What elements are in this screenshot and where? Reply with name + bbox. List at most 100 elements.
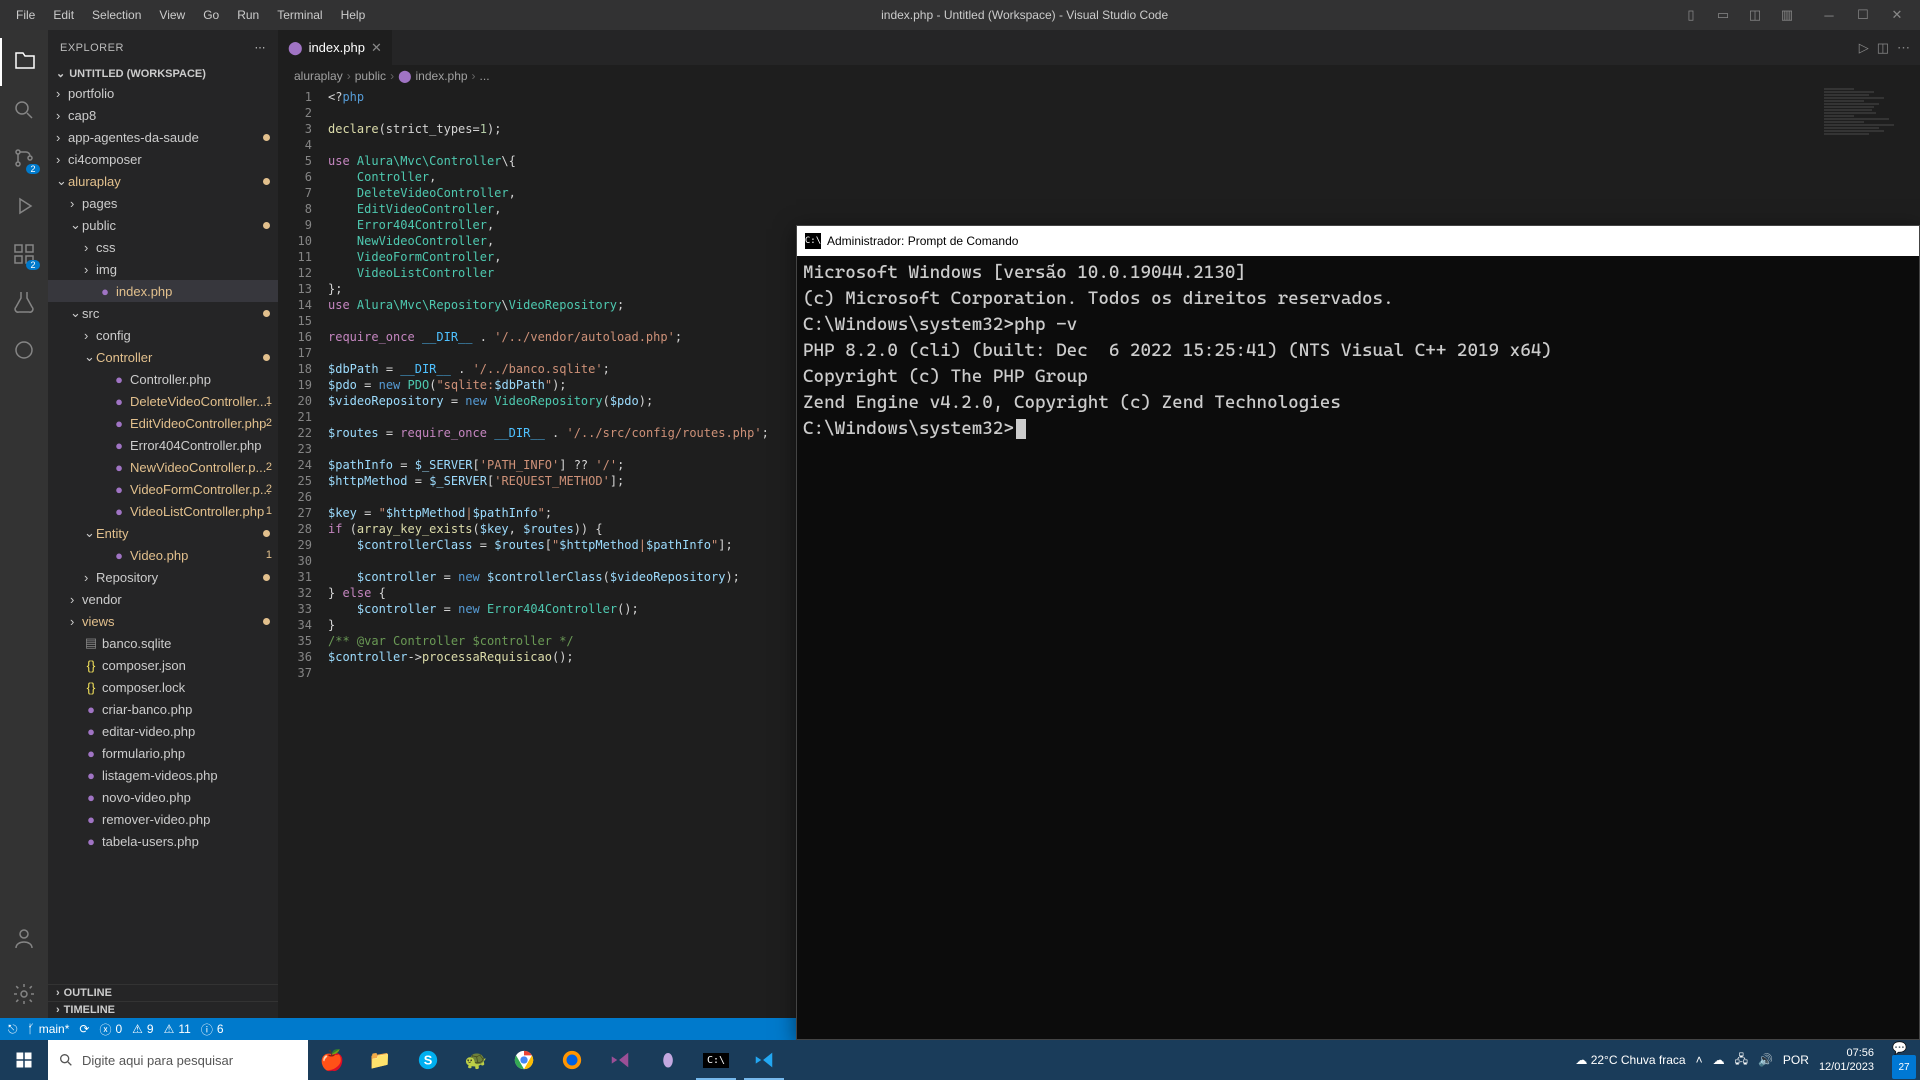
workspace-section[interactable]: ⌄ UNTITLED (WORKSPACE) [48, 65, 278, 82]
close-tab-icon[interactable]: ✕ [371, 40, 382, 56]
taskbar-app-vs[interactable] [596, 1040, 644, 1080]
warnings2-indicator[interactable]: ⚠ 11 [164, 1022, 191, 1036]
file-item[interactable]: ●listagem-videos.php [48, 764, 278, 786]
menu-selection[interactable]: Selection [84, 4, 149, 26]
folder-item[interactable]: ⌄src [48, 302, 278, 324]
tray-volume-icon[interactable]: 🔊 [1758, 1053, 1773, 1067]
file-item[interactable]: ●VideoFormController.p...2 [48, 478, 278, 500]
cmd-titlebar[interactable]: C:\ Administrador: Prompt de Comando [797, 226, 1919, 256]
file-item[interactable]: ●DeleteVideoController....1 [48, 390, 278, 412]
testing-icon[interactable] [0, 278, 48, 326]
explorer-icon[interactable] [0, 38, 48, 86]
tab-index-php[interactable]: ⬤ index.php ✕ [278, 30, 392, 65]
taskbar-app-vscode[interactable] [740, 1040, 788, 1080]
liveshare-icon[interactable] [0, 326, 48, 374]
menu-run[interactable]: Run [229, 4, 267, 26]
close-icon[interactable]: ✕ [1882, 3, 1912, 27]
layout-icon[interactable]: ▯ [1676, 3, 1706, 27]
cmd-output[interactable]: Microsoft Windows [versão 10.0.19044.213… [797, 256, 1919, 1039]
file-item[interactable]: ●tabela-users.php [48, 830, 278, 852]
file-item[interactable]: ●criar-banco.php [48, 698, 278, 720]
folder-item[interactable]: ›vendor [48, 588, 278, 610]
file-item[interactable]: ●remover-video.php [48, 808, 278, 830]
taskbar-app-explorer[interactable]: 📁 [356, 1040, 404, 1080]
tray-network-icon[interactable]: 🖧 [1735, 1050, 1748, 1071]
folder-item[interactable]: ›css [48, 236, 278, 258]
folder-item[interactable]: ›views [48, 610, 278, 632]
folder-item[interactable]: ⌄Controller [48, 346, 278, 368]
taskbar-app[interactable]: 🍎 [308, 1040, 356, 1080]
taskbar-app-chrome[interactable] [500, 1040, 548, 1080]
source-control-icon[interactable]: 2 [0, 134, 48, 182]
menu-go[interactable]: Go [195, 4, 227, 26]
start-button[interactable] [0, 1040, 48, 1080]
layout-icon[interactable]: ▭ [1708, 3, 1738, 27]
folder-item[interactable]: ›app-agentes-da-saude [48, 126, 278, 148]
remote-icon[interactable]: ⎋ [8, 1022, 18, 1037]
run-icon[interactable]: ▷ [1859, 40, 1869, 56]
folder-item[interactable]: ⌄aluraplay [48, 170, 278, 192]
breadcrumb-item[interactable]: ... [480, 69, 490, 83]
outline-section[interactable]: ›OUTLINE [48, 984, 278, 1001]
breadcrumb-item[interactable]: index.php [416, 69, 468, 83]
minimize-icon[interactable]: ─ [1814, 3, 1844, 27]
sync-icon[interactable]: ⟳ [79, 1022, 89, 1036]
taskbar-app-firefox[interactable] [548, 1040, 596, 1080]
file-item[interactable]: ●editar-video.php [48, 720, 278, 742]
folder-item[interactable]: ›pages [48, 192, 278, 214]
breadcrumb[interactable]: aluraplay› public› ⬤index.php› ... [278, 65, 1920, 87]
file-item[interactable]: ●Video.php1 [48, 544, 278, 566]
menu-terminal[interactable]: Terminal [269, 4, 330, 26]
file-item[interactable]: ●EditVideoController.php2 [48, 412, 278, 434]
menu-help[interactable]: Help [333, 4, 374, 26]
file-item[interactable]: ●Error404Controller.php [48, 434, 278, 456]
settings-icon[interactable] [0, 970, 48, 1018]
more-icon[interactable]: ⋯ [1897, 40, 1910, 56]
debug-icon[interactable] [0, 182, 48, 230]
errors-indicator[interactable]: ⓧ 0 [99, 1021, 122, 1038]
taskbar-app-skype[interactable]: S [404, 1040, 452, 1080]
file-item[interactable]: {}composer.json [48, 654, 278, 676]
more-icon[interactable]: ⋯ [255, 41, 267, 54]
tray-language[interactable]: POR [1783, 1053, 1809, 1067]
taskbar-app-cmd[interactable]: C:\ [692, 1040, 740, 1080]
timeline-section[interactable]: ›TIMELINE [48, 1001, 278, 1018]
taskbar-search[interactable]: Digite aqui para pesquisar [48, 1040, 308, 1080]
info-indicator[interactable]: ⓘ 6 [201, 1021, 224, 1038]
breadcrumb-item[interactable]: aluraplay [294, 69, 343, 83]
split-icon[interactable]: ◫ [1877, 40, 1889, 56]
folder-item[interactable]: ›portfolio [48, 82, 278, 104]
folder-item[interactable]: ›cap8 [48, 104, 278, 126]
cmd-window[interactable]: C:\ Administrador: Prompt de Comando Mic… [796, 225, 1920, 1040]
branch-indicator[interactable]: ᚶ main* [28, 1022, 70, 1036]
maximize-icon[interactable]: ☐ [1848, 3, 1878, 27]
folder-item[interactable]: ⌄public [48, 214, 278, 236]
breadcrumb-item[interactable]: public [355, 69, 386, 83]
tray-chevron-icon[interactable]: ˄ [1696, 1053, 1703, 1067]
file-item[interactable]: ●formulario.php [48, 742, 278, 764]
warnings-indicator[interactable]: ⚠ 9 [132, 1022, 153, 1036]
file-item[interactable]: ●Controller.php [48, 368, 278, 390]
file-item[interactable]: {}composer.lock [48, 676, 278, 698]
tray-cloud-icon[interactable]: ☁ [1713, 1053, 1725, 1067]
weather-widget[interactable]: ☁ 22°C Chuva fraca [1575, 1053, 1685, 1067]
folder-item[interactable]: ›ci4composer [48, 148, 278, 170]
notifications-icon[interactable]: 💬27 [1892, 1041, 1916, 1079]
folder-item[interactable]: ›img [48, 258, 278, 280]
file-item[interactable]: ●novo-video.php [48, 786, 278, 808]
file-item[interactable]: ●VideoListController.php1 [48, 500, 278, 522]
tray-datetime[interactable]: 07:56 12/01/2023 [1819, 1046, 1882, 1074]
file-item[interactable]: ▤banco.sqlite [48, 632, 278, 654]
menu-edit[interactable]: Edit [45, 4, 82, 26]
taskbar-app[interactable]: ⬮ [644, 1040, 692, 1080]
file-item[interactable]: ●index.php [48, 280, 278, 302]
file-item[interactable]: ●NewVideoController.p...2 [48, 456, 278, 478]
extensions-icon[interactable]: 2 [0, 230, 48, 278]
menu-file[interactable]: File [8, 4, 43, 26]
folder-item[interactable]: ⌄Entity [48, 522, 278, 544]
search-icon[interactable] [0, 86, 48, 134]
folder-item[interactable]: ›config [48, 324, 278, 346]
taskbar-app[interactable]: 🐢 [452, 1040, 500, 1080]
layout-icon[interactable]: ▥ [1772, 3, 1802, 27]
folder-item[interactable]: ›Repository [48, 566, 278, 588]
